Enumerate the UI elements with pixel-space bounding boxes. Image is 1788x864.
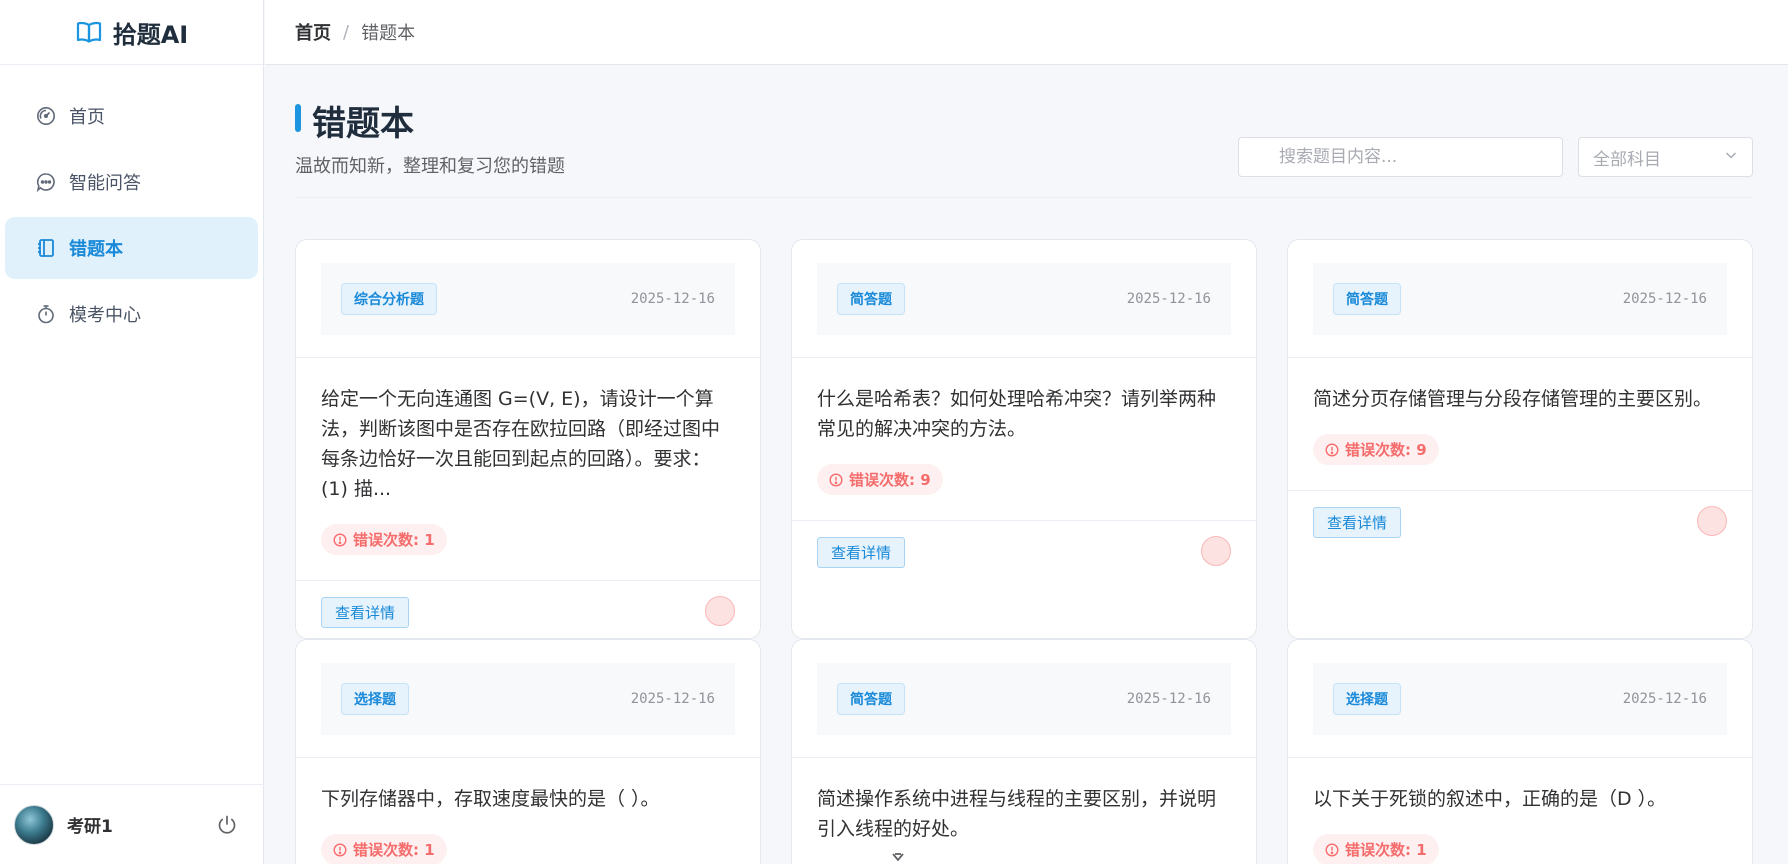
card-date: 2025-12-16 (1622, 691, 1707, 707)
sidebar: 拾题AI 首页 智能问答 错题本 模考中心 考研1 (0, 0, 264, 864)
alert-circle-icon (829, 472, 843, 487)
chat-icon (35, 171, 57, 193)
card-header: 综合分析题 2025-12-16 (321, 263, 735, 335)
stopwatch-icon (35, 303, 57, 325)
mistake-card: 简答题 2025-12-16 什么是哈希表？如何处理哈希冲突？请列举两种常见的解… (791, 239, 1257, 639)
page-subtitle: 温故而知新，整理和复习您的错题 (295, 156, 565, 177)
chevron-down-icon (1724, 147, 1738, 167)
error-count-badge: 错误次数: 1 (321, 834, 447, 864)
question-text[interactable]: 给定一个无向连通图 G=(V, E)，请设计一个算法，判断该图中是否存在欧拉回路… (321, 384, 735, 504)
error-count-badge: 错误次数: 1 (1313, 834, 1439, 864)
brand[interactable]: 拾题AI (0, 0, 263, 65)
sidebar-nav: 首页 智能问答 错题本 模考中心 (0, 65, 263, 345)
open-book-icon (75, 18, 103, 46)
view-detail-button[interactable]: 查看详情 (321, 597, 410, 628)
error-count-badge: 错误次数: 9 (817, 464, 943, 495)
user-bar: 考研1 (0, 784, 264, 864)
breadcrumb-current: 错题本 (361, 23, 416, 44)
subject-select-value: 全部科目 (1593, 149, 1661, 170)
user-name: 考研1 (67, 817, 113, 837)
mistake-card: 综合分析题 2025-12-16 给定一个无向连通图 G=(V, E)，请设计一… (295, 239, 761, 639)
card-body: 什么是哈希表？如何处理哈希冲突？请列举两种常见的解决冲突的方法。 错误次数: 9 (792, 358, 1256, 495)
question-type-tag: 选择题 (1333, 683, 1401, 715)
card-body: 以下关于死锁的叙述中，正确的是（D ）。 错误次数: 1 (1288, 758, 1752, 864)
question-type-tag: 简答题 (837, 283, 905, 315)
sidebar-item-label: 智能问答 (69, 173, 141, 194)
sidebar-item-label: 错题本 (69, 239, 123, 260)
breadcrumb-home[interactable]: 首页 (295, 19, 331, 45)
search-input[interactable] (1238, 137, 1563, 177)
question-type-tag: 简答题 (1333, 283, 1401, 315)
card-header: 简答题 2025-12-16 (817, 263, 1231, 335)
card-date: 2025-12-16 (630, 691, 715, 707)
question-text[interactable]: 简述操作系统中进程与线程的主要区别，并说明引入线程的好处。 (817, 784, 1231, 844)
delete-button[interactable] (705, 596, 735, 626)
sidebar-item-mock-exam[interactable]: 模考中心 (5, 283, 258, 345)
card-header: 简答题 2025-12-16 (1313, 263, 1727, 335)
breadcrumb-separator: / (343, 21, 350, 43)
question-type-tag: 简答题 (837, 683, 905, 715)
delete-button[interactable] (1201, 536, 1231, 566)
question-text[interactable]: 以下关于死锁的叙述中，正确的是（D ）。 (1313, 784, 1727, 814)
floating-handle-icon[interactable] (890, 851, 906, 864)
view-detail-button[interactable]: 查看详情 (1313, 507, 1402, 538)
error-count-label: 错误次数: 1 (353, 841, 435, 859)
card-body: 下列存储器中，存取速度最快的是（ ）。 错误次数: 1 (296, 758, 760, 864)
breadcrumb: 首页 / 错题本 (265, 0, 1788, 65)
error-count-badge: 错误次数: 9 (1313, 434, 1439, 465)
sidebar-item-label: 模考中心 (69, 305, 141, 326)
error-count-label: 错误次数: 1 (353, 531, 435, 549)
app-name: 拾题AI (112, 20, 189, 49)
card-header: 简答题 2025-12-16 (817, 663, 1231, 735)
power-icon[interactable] (214, 812, 240, 838)
title-accent-bar (295, 104, 301, 132)
error-count-label: 错误次数: 9 (1345, 441, 1427, 459)
alert-circle-icon (333, 842, 347, 857)
notebook-icon (35, 237, 57, 259)
mistake-card: 简答题 2025-12-16 简述操作系统中进程与线程的主要区别，并说明引入线程… (791, 639, 1257, 864)
question-text[interactable]: 什么是哈希表？如何处理哈希冲突？请列举两种常见的解决冲突的方法。 (817, 384, 1231, 444)
card-body: 简述操作系统中进程与线程的主要区别，并说明引入线程的好处。 (792, 758, 1256, 844)
question-text[interactable]: 简述分页存储管理与分段存储管理的主要区别。 (1313, 384, 1727, 414)
card-date: 2025-12-16 (1126, 291, 1211, 307)
alert-circle-icon (1325, 842, 1339, 857)
mistake-card: 选择题 2025-12-16 以下关于死锁的叙述中，正确的是（D ）。 错误次数… (1287, 639, 1753, 864)
page-header: 错题本 温故而知新，整理和复习您的错题 全部科目 (295, 66, 1753, 198)
error-count-label: 错误次数: 9 (849, 471, 931, 489)
card-header: 选择题 2025-12-16 (321, 663, 735, 735)
card-date: 2025-12-16 (1126, 691, 1211, 707)
avatar[interactable] (14, 804, 54, 845)
mistake-card: 选择题 2025-12-16 下列存储器中，存取速度最快的是（ ）。 错误次数:… (295, 639, 761, 864)
page-title: 错题本 (312, 104, 414, 144)
error-count-label: 错误次数: 1 (1345, 841, 1427, 859)
gauge-icon (35, 105, 57, 127)
question-text[interactable]: 下列存储器中，存取速度最快的是（ ）。 (321, 784, 735, 814)
alert-circle-icon (333, 532, 347, 547)
subject-select[interactable]: 全部科目 (1578, 137, 1753, 177)
card-footer: 查看详情 (1288, 490, 1752, 550)
sidebar-item-home[interactable]: 首页 (5, 85, 258, 147)
card-body: 简述分页存储管理与分段存储管理的主要区别。 错误次数: 9 (1288, 358, 1752, 465)
sidebar-item-qa[interactable]: 智能问答 (5, 151, 258, 213)
card-date: 2025-12-16 (630, 291, 715, 307)
delete-button[interactable] (1697, 506, 1727, 536)
question-type-tag: 选择题 (341, 683, 409, 715)
card-body: 给定一个无向连通图 G=(V, E)，请设计一个算法，判断该图中是否存在欧拉回路… (296, 358, 760, 555)
view-detail-button[interactable]: 查看详情 (817, 537, 906, 568)
error-count-badge: 错误次数: 1 (321, 524, 447, 555)
card-date: 2025-12-16 (1622, 291, 1707, 307)
mistake-card: 简答题 2025-12-16 简述分页存储管理与分段存储管理的主要区别。 错误次… (1287, 239, 1753, 639)
card-footer: 查看详情 (792, 520, 1256, 580)
card-footer: 查看详情 (296, 580, 760, 638)
sidebar-item-label: 首页 (69, 107, 105, 128)
alert-circle-icon (1325, 442, 1339, 457)
sidebar-item-mistakes[interactable]: 错题本 (5, 217, 258, 279)
question-type-tag: 综合分析题 (341, 283, 437, 315)
card-header: 选择题 2025-12-16 (1313, 663, 1727, 735)
